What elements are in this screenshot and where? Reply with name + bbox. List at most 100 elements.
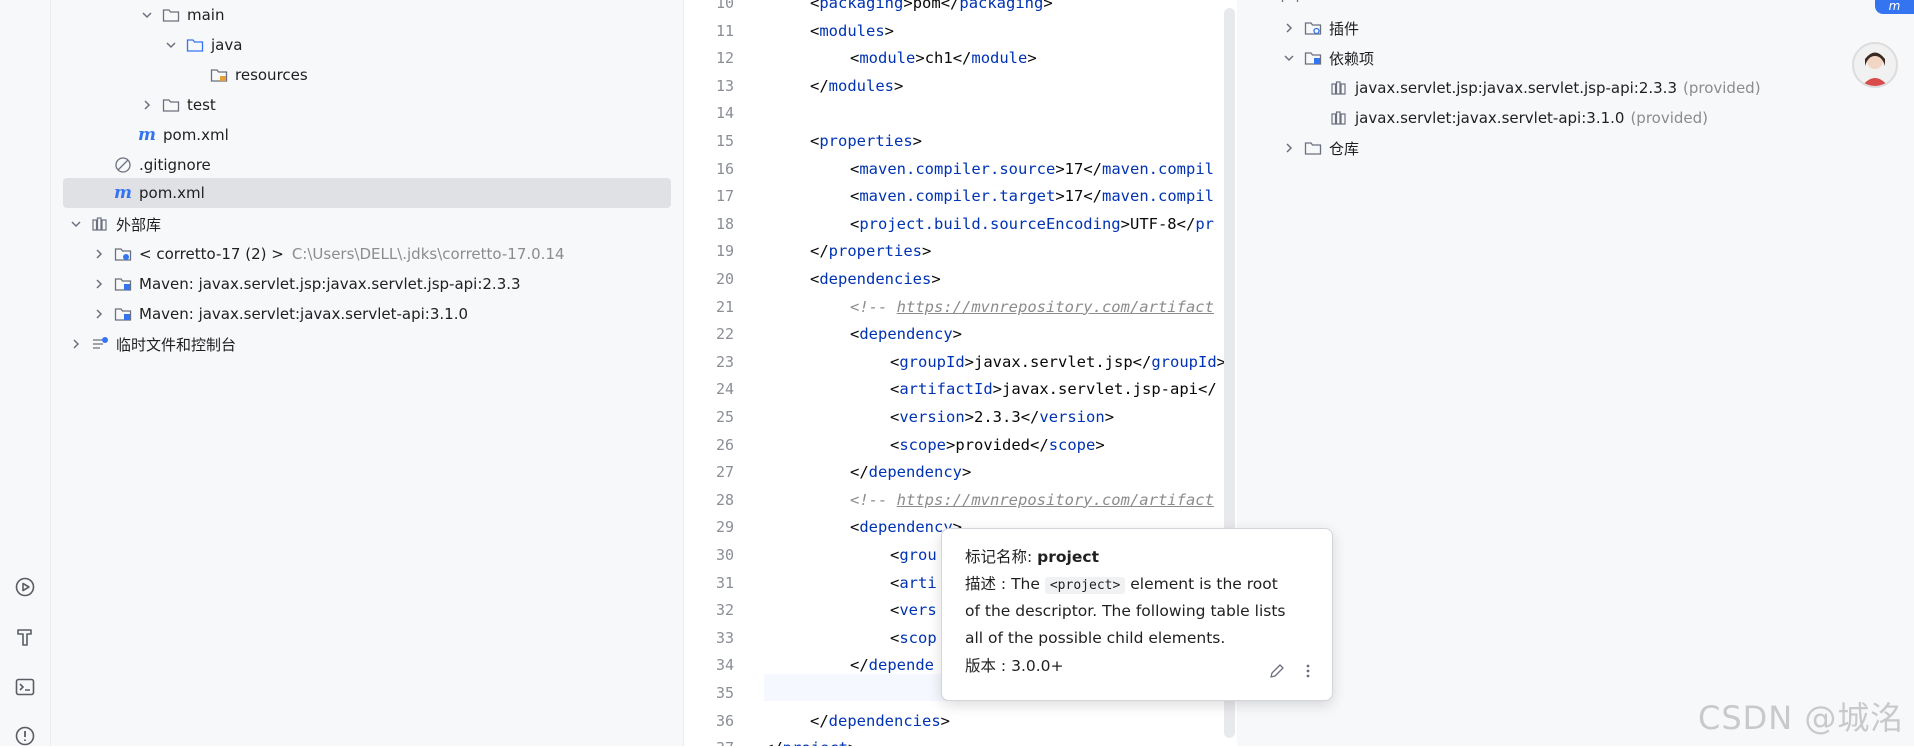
library-icon	[1329, 109, 1349, 127]
tree-item-label: 依赖项	[1329, 49, 1375, 68]
line-number: 25	[715, 408, 734, 426]
chevron-down-icon[interactable]	[1281, 50, 1297, 66]
tree-item-maven-jsp-api[interactable]: Maven: javax.servlet.jsp:javax.servlet.j…	[63, 269, 671, 299]
dependency-scope: (provided)	[1683, 79, 1761, 97]
dependency-label: javax.servlet:javax.servlet-api:3.1.0	[1355, 109, 1625, 127]
tree-item-test[interactable]: test	[63, 90, 671, 120]
jdk-path: C:\Users\DELL\.jdks\corretto-17.0.14	[291, 245, 565, 263]
tree-item-maven-servlet-api[interactable]: Maven: javax.servlet:javax.servlet-api:3…	[63, 299, 671, 329]
chevron-down-icon[interactable]	[139, 7, 155, 23]
description-prefix: The	[1011, 575, 1040, 593]
tree-item-label: java	[211, 36, 243, 54]
popup-description-line2: of the descriptor. The following table l…	[965, 602, 1286, 620]
code-line: <project.build.sourceEncoding>UTF-8</pr	[850, 214, 1214, 233]
chevron-right-icon[interactable]	[91, 306, 107, 322]
tree-item-java[interactable]: java	[63, 30, 671, 60]
chevron-right-icon[interactable]	[139, 97, 155, 113]
library-icon	[1329, 79, 1349, 97]
code-line: <modules>	[810, 21, 895, 40]
tree-item-label: .gitignore	[139, 156, 211, 174]
repositories-folder-icon	[1303, 139, 1323, 157]
code-line: <scop	[890, 628, 937, 647]
tree-item-label: Maven: javax.servlet.jsp:javax.servlet.j…	[139, 275, 521, 293]
jdk-icon	[113, 245, 133, 263]
code-line: </modules>	[810, 76, 904, 95]
project-tool-window: main java resources test m pom.xml .giti…	[51, 0, 684, 746]
line-number: 34	[715, 656, 734, 675]
code-line: <artifactId>javax.servlet.jsp-api</	[890, 380, 1217, 399]
services-icon[interactable]	[13, 575, 37, 599]
line-number: 32	[715, 601, 734, 620]
line-number: 31	[715, 573, 734, 592]
tag-name-value: project	[1037, 548, 1099, 566]
tree-item-resources[interactable]: resources	[63, 60, 671, 90]
line-number: 19	[715, 242, 734, 261]
folder-icon	[161, 6, 181, 24]
code-line: <module>ch1</module>	[850, 49, 1037, 68]
line-number: 30	[715, 546, 734, 564]
maven-library-icon	[113, 275, 133, 293]
code-line: <maven.compiler.source>17</maven.compil	[850, 159, 1214, 178]
line-number: 15	[715, 132, 734, 150]
tree-item-label: test	[187, 96, 216, 114]
build-icon[interactable]	[13, 625, 37, 649]
documentation-popup: 标记名称: project 描述 : The <project> element…	[941, 528, 1333, 701]
code-line: <maven.compiler.target>17</maven.compil	[850, 187, 1214, 206]
code-line: <dependencies>	[810, 270, 941, 288]
chevron-down-icon[interactable]	[163, 37, 179, 53]
popup-tag-name: 标记名称: project	[965, 544, 1099, 571]
line-number: 26	[715, 435, 734, 454]
chevron-right-icon[interactable]	[1281, 140, 1297, 156]
tree-item-main[interactable]: main	[63, 0, 671, 30]
tree-item-label: 仓库	[1329, 139, 1360, 158]
line-number: 14	[715, 104, 734, 123]
chevron-right-icon[interactable]	[91, 276, 107, 292]
tree-item-dependencies[interactable]: 依赖项	[1281, 43, 1374, 73]
tree-item-root-pom[interactable]: m pom.xml	[63, 178, 671, 208]
line-number: 27	[715, 463, 734, 482]
line-number: 36	[715, 711, 734, 730]
line-number: 18	[715, 214, 734, 233]
tree-item-label: 临时文件和控制台	[116, 335, 237, 354]
line-number: 35	[715, 684, 734, 702]
dependency-jsp-api[interactable]: javax.servlet.jsp:javax.servlet.jsp-api:…	[1329, 73, 1761, 103]
line-number: 23	[715, 352, 734, 371]
line-number: 13	[715, 76, 734, 95]
tree-item-label: resources	[235, 66, 308, 84]
line-number: 28	[715, 490, 734, 509]
terminal-icon[interactable]	[13, 675, 37, 699]
chevron-right-icon[interactable]	[1281, 20, 1297, 36]
edit-icon[interactable]	[1268, 662, 1286, 680]
popup-version: 版本 : 3.0.0+	[965, 653, 1064, 680]
maven-file-icon: m	[138, 125, 156, 145]
tree-item-external-libraries[interactable]: 外部库	[63, 209, 671, 239]
dependency-label: javax.servlet.jsp:javax.servlet.jsp-api:…	[1355, 79, 1677, 97]
code-line: <vers	[890, 601, 937, 620]
tree-item-repositories[interactable]: 仓库	[1281, 133, 1359, 163]
tree-item-label: pom.xml	[139, 184, 205, 202]
chevron-right-icon[interactable]	[91, 246, 107, 262]
problems-icon[interactable]	[13, 724, 37, 748]
version-value: 3.0.0+	[1011, 657, 1064, 675]
code-line: <dependency>	[850, 325, 963, 344]
tree-item-plugins[interactable]: 插件	[1281, 13, 1359, 43]
tree-item-jdk[interactable]: < corretto-17 (2) > C:\Users\DELL\.jdks\…	[63, 239, 671, 269]
dependency-servlet-api[interactable]: javax.servlet:javax.servlet-api:3.1.0 (p…	[1329, 103, 1708, 133]
ai-assistant-badge-icon[interactable]: m	[1875, 0, 1914, 14]
tree-item-gitignore[interactable]: .gitignore	[63, 150, 671, 180]
dependencies-folder-icon	[1303, 49, 1323, 67]
tree-item-label: 外部库	[116, 215, 162, 234]
line-number: 16	[715, 159, 734, 178]
code-line: <arti	[890, 573, 937, 592]
more-options-icon[interactable]	[1302, 662, 1314, 680]
code-line: <!-- https://mvnrepository.com/artifact	[850, 297, 1214, 316]
chevron-down-icon[interactable]	[68, 216, 84, 232]
ignore-file-icon	[113, 156, 133, 174]
avatar[interactable]	[1852, 42, 1898, 88]
tree-item-module-pom[interactable]: m pom.xml	[63, 120, 671, 150]
code-line: <scope>provided</scope>	[890, 435, 1105, 454]
code-line: <grou	[890, 546, 937, 564]
tree-item-scratches[interactable]: 临时文件和控制台	[63, 329, 671, 359]
chevron-right-icon[interactable]	[68, 336, 84, 352]
version-label: 版本 :	[965, 657, 1007, 675]
